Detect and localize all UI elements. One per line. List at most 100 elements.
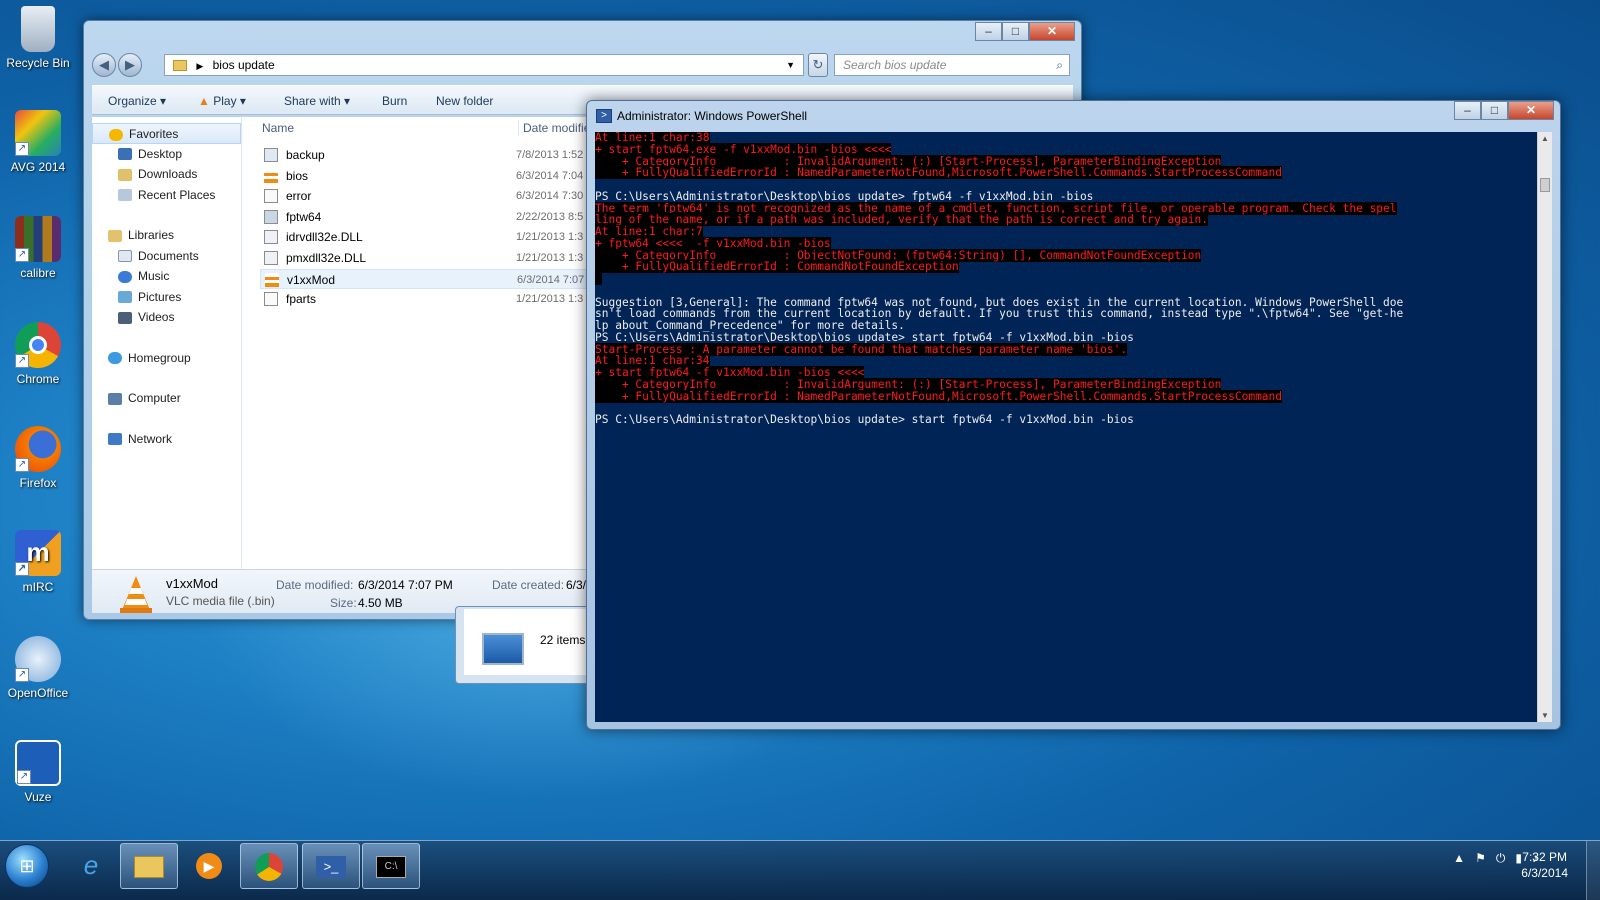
dll-icon [264,230,278,245]
address-text: bios update [212,58,275,72]
address-bar[interactable]: ▶ bios update ▼ [164,54,804,76]
maximize-button[interactable]: □ [1481,101,1508,120]
text-file-icon [264,189,278,204]
search-placeholder: Search bios update [843,58,947,72]
nav-desktop[interactable]: Desktop [92,144,241,165]
desktop-icon-mirc[interactable]: m ↗ mIRC [4,530,72,594]
taskbar-media-player[interactable]: ▶ [180,843,238,889]
monitor-icon [482,633,524,665]
scroll-up-arrow-icon[interactable]: ▲ [1541,134,1549,143]
windows-logo-icon: ⊞ [19,856,35,876]
dll-icon [264,251,278,265]
clock[interactable]: 7:32 PM 6/3/2014 [1521,849,1568,881]
nav-downloads[interactable]: Downloads [92,164,241,185]
text-file-icon [264,292,278,307]
console-scrollbar[interactable]: ▲ ▼ [1537,132,1552,722]
close-button[interactable]: ✕ [1029,22,1075,41]
details-date-modified-label: Date modified: [276,578,354,592]
new-folder-button[interactable]: New folder [436,94,493,108]
application-icon [264,209,278,224]
videos-icon [118,311,132,324]
nav-homegroup[interactable]: Homegroup [92,348,241,369]
chrome-icon: ↗ [15,322,61,368]
nav-pictures[interactable]: Pictures [92,287,241,308]
refresh-icon[interactable]: ↻ [808,53,828,77]
minimize-button[interactable]: – [975,22,1002,41]
nav-libraries[interactable]: Libraries [92,225,241,246]
firefox-icon: ↗ [15,426,61,472]
command-prompt-icon: C:\ [376,856,406,879]
file-row[interactable]: idrvdll32e.DLL 1/21/2013 1:3 [260,227,590,248]
power-icon[interactable]: ⏻ [1496,851,1506,865]
file-row[interactable]: pmxdll32e.DLL 1/21/2013 1:3 [260,248,590,269]
taskbar: ⊞ e ▶ >_ C:\ ▲ ⚑ ⏻ ▮ ♪ 7:32 PM 6/3/2014 [0,840,1600,900]
back-button[interactable]: ◀ [92,53,116,77]
share-with-menu[interactable]: Share with ▾ [284,94,350,108]
chevron-down-icon[interactable]: ▼ [786,55,795,75]
desktop-icon-firefox[interactable]: ↗ Firefox [4,426,72,490]
desktop-icon-avg[interactable]: ↗ AVG 2014 [4,110,72,174]
scroll-down-arrow-icon[interactable]: ▼ [1541,711,1549,720]
desktop-icon-vuze[interactable]: ↗ Vuze [4,740,72,804]
powershell-window: > Administrator: Windows PowerShell – □ … [586,100,1561,730]
file-row[interactable]: fparts 1/21/2013 1:3 [260,289,590,310]
nav-recent-places[interactable]: Recent Places [92,185,241,206]
show-hidden-icons-icon[interactable]: ▲ [1453,851,1465,865]
console-error-line: ling of the name, or if a path was inclu… [595,213,1208,227]
details-size: 4.50 MB [358,596,403,610]
nav-computer[interactable]: Computer [92,388,241,409]
taskbar-windows-explorer[interactable] [120,843,178,889]
libraries-icon [108,229,122,242]
file-row[interactable]: bios 6/3/2014 7:04 [260,166,590,187]
burn-button[interactable]: Burn [382,94,407,108]
console-output[interactable]: At line:1 char:38 + start fptw64.exe -f v… [595,132,1539,722]
nav-videos[interactable]: Videos [92,307,241,328]
action-center-flag-icon[interactable]: ⚑ [1475,851,1486,865]
documents-icon [118,250,132,263]
file-row[interactable]: backup 7/8/2013 1:52 [260,145,590,166]
powershell-title: Administrator: Windows PowerShell [617,109,808,123]
taskbar-chrome[interactable] [240,843,298,889]
organize-menu[interactable]: Organize ▾ [108,94,166,108]
minimize-button[interactable]: – [1454,101,1481,120]
start-button[interactable]: ⊞ [5,844,49,888]
forward-button[interactable]: ▶ [118,53,142,77]
maximize-button[interactable]: □ [1002,22,1029,41]
console-error-line: + CategoryInfo : InvalidArgument: (:) [S… [595,377,1222,391]
taskbar-command-prompt[interactable]: C:\ [362,843,420,889]
console-line: PS C:\Users\Administrator\Desktop\bios u… [595,189,1094,203]
desktop-icon-label: calibre [20,266,56,280]
play-icon: ▲ [198,94,210,108]
mirc-icon: m ↗ [15,530,61,576]
search-input[interactable]: Search bios update ⌕ [834,54,1070,76]
console-line: PS C:\Users\Administrator\Desktop\bios u… [595,413,1134,426]
desktop-icon-recycle-bin[interactable]: Recycle Bin [4,6,72,70]
openoffice-icon: ↗ [15,636,61,682]
taskbar-powershell[interactable]: >_ [302,843,360,889]
console-error-line: + FullyQualifiedErrorId : NamedParameter… [595,389,1283,403]
nav-favorites[interactable]: Favorites [92,123,241,144]
items-count: 22 items [540,633,586,647]
nav-network[interactable]: Network [92,429,241,450]
scroll-thumb[interactable] [1540,178,1550,192]
file-row-selected[interactable]: v1xxMod 6/3/2014 7:07 [260,268,590,290]
desktop-icon-openoffice[interactable]: ↗ OpenOffice [4,636,72,700]
homegroup-icon [108,352,122,365]
desktop-icon-chrome[interactable]: ↗ Chrome [4,322,72,386]
column-header-name[interactable]: Name [262,121,294,135]
taskbar-internet-explorer[interactable]: e [62,843,120,889]
play-menu[interactable]: ▲ Play ▾ [198,94,246,108]
desktop-icon-label: Firefox [19,476,57,490]
nav-documents[interactable]: Documents [92,246,241,267]
vlc-icon [264,168,278,183]
nav-music[interactable]: Music [92,266,241,287]
file-row[interactable]: fptw64 2/22/2013 8:5 [260,207,590,228]
column-header-date-modified[interactable]: Date modifie [518,121,590,135]
show-desktop-button[interactable] [1586,841,1600,900]
folder-icon [173,60,187,72]
desktop-icon-calibre[interactable]: ↗ calibre [4,216,72,280]
network-icon [108,433,122,446]
close-button[interactable]: ✕ [1508,101,1554,120]
file-row[interactable]: error 6/3/2014 7:30 [260,186,590,207]
chevron-right-icon: ▶ [196,61,204,71]
